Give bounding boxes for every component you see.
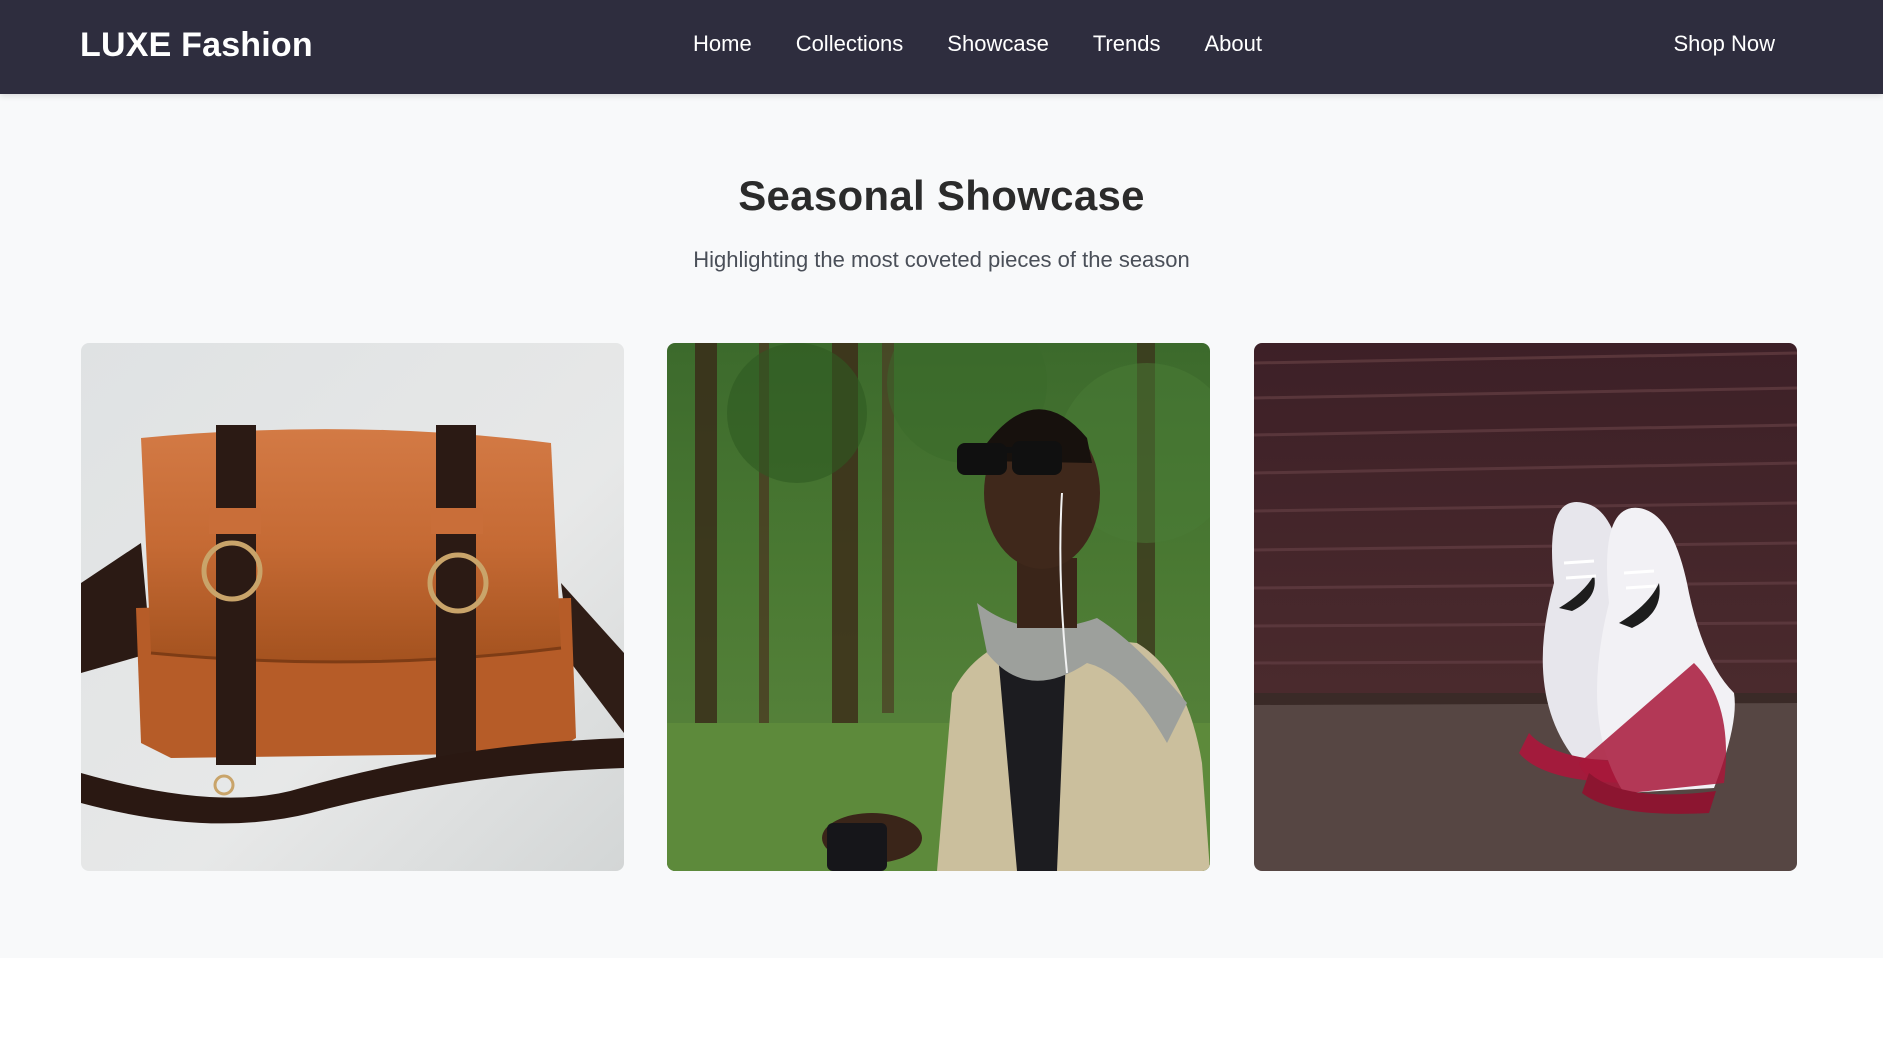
seasonal-showcase-section: Seasonal Showcase Highlighting the most …: [0, 94, 1883, 958]
product-card-denim-jacket[interactable]: [667, 343, 1210, 871]
main-nav: Home Collections Showcase Trends About: [693, 30, 1262, 58]
man-in-forest-image: [667, 343, 1210, 871]
nav-link-trends[interactable]: Trends: [1093, 30, 1161, 58]
nav-link-home[interactable]: Home: [693, 30, 752, 58]
section-subtitle: Highlighting the most coveted pieces of …: [693, 247, 1190, 272]
sneakers-image: [1254, 343, 1797, 871]
top-navbar: LUXE Fashion Home Collections Showcase T…: [0, 0, 1883, 94]
brand-logo[interactable]: LUXE Fashion: [80, 24, 313, 66]
nav-link-about[interactable]: About: [1204, 30, 1262, 58]
nav-link-showcase[interactable]: Showcase: [947, 30, 1049, 58]
section-title: Seasonal Showcase: [738, 172, 1145, 219]
shop-now-button[interactable]: Shop Now: [1673, 30, 1775, 58]
product-card-leather-bag[interactable]: [81, 343, 624, 871]
nav-link-collections[interactable]: Collections: [796, 30, 904, 58]
product-card-sneakers[interactable]: [1254, 343, 1797, 871]
leather-bag-image: [81, 343, 624, 871]
